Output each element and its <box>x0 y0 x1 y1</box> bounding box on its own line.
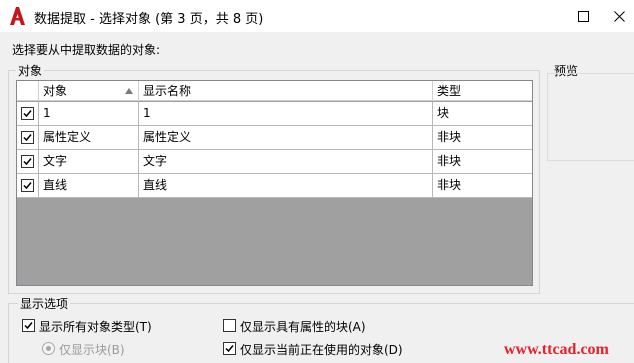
close-icon <box>613 10 625 22</box>
checkmark-icon <box>23 158 32 166</box>
header-checkbox-column <box>17 81 39 101</box>
maximize-icon <box>577 10 589 22</box>
row-checkbox[interactable] <box>21 131 34 144</box>
type-cell: 块 <box>437 106 450 120</box>
objects-table: 对象 显示名称 类型 1 1 块 属性定义 属性定义 非块 文字 文字 非块 直… <box>16 80 533 286</box>
table-header: 对象 显示名称 类型 <box>17 81 532 101</box>
column-header-type-label: 类型 <box>437 84 462 98</box>
maximize-button[interactable] <box>560 0 606 32</box>
row-checkbox-cell <box>17 174 39 197</box>
table-row[interactable]: 文字 文字 非块 <box>17 150 532 174</box>
show-all-types-checkbox[interactable] <box>22 319 35 332</box>
display-options-label: 显示选项 <box>18 295 71 312</box>
type-cell: 非块 <box>437 178 462 192</box>
object-cell: 文字 <box>39 150 139 173</box>
preview-panel <box>547 73 634 161</box>
only-in-use-label: 仅显示当前正在使用的对象(D) <box>240 343 403 357</box>
objects-group-label: 对象 <box>16 62 45 79</box>
row-checkbox-cell <box>17 102 39 125</box>
sort-ascending-icon <box>125 88 133 94</box>
blocks-only-label: 仅显示块(B) <box>59 343 125 357</box>
watermark-text: www.ttcad.com <box>504 341 609 358</box>
column-header-display-name[interactable]: 显示名称 <box>139 81 433 101</box>
close-button[interactable] <box>604 0 634 32</box>
checkmark-icon <box>23 134 32 142</box>
column-header-type[interactable]: 类型 <box>433 81 532 101</box>
display-name-cell[interactable]: 文字 <box>139 150 433 173</box>
only-with-attributes-label: 仅显示具有属性的块(A) <box>240 320 366 334</box>
only-in-use-checkbox[interactable] <box>223 342 236 355</box>
object-cell: 直线 <box>39 174 139 197</box>
row-checkbox[interactable] <box>21 155 34 168</box>
instruction-label: 选择要从中提取数据的对象: <box>12 43 161 57</box>
display-name-cell[interactable]: 直线 <box>139 174 433 197</box>
column-header-object-label: 对象 <box>43 84 68 98</box>
row-checkbox[interactable] <box>21 179 34 192</box>
row-checkbox[interactable] <box>21 107 34 120</box>
object-cell: 1 <box>39 102 139 125</box>
show-all-types-label: 显示所有对象类型(T) <box>39 320 152 334</box>
display-name-cell[interactable]: 属性定义 <box>139 126 433 149</box>
type-cell: 非块 <box>437 154 462 168</box>
only-with-attributes-checkbox[interactable] <box>223 319 236 332</box>
autocad-a-icon <box>10 7 25 25</box>
table-row[interactable]: 属性定义 属性定义 非块 <box>17 126 532 150</box>
row-checkbox-cell <box>17 150 39 173</box>
table-row[interactable]: 直线 直线 非块 <box>17 174 532 198</box>
checkmark-icon <box>23 182 32 190</box>
window-title: 数据提取 - 选择对象 (第 3 页，共 8 页) <box>34 12 264 27</box>
checkmark-icon <box>225 345 234 353</box>
display-name-cell[interactable]: 1 <box>139 102 433 125</box>
checkmark-icon <box>23 110 32 118</box>
column-header-display-name-label: 显示名称 <box>143 84 192 98</box>
blocks-only-radio[interactable] <box>42 342 55 355</box>
title-bar: 数据提取 - 选择对象 (第 3 页，共 8 页) <box>0 0 634 32</box>
checkmark-icon <box>24 322 33 330</box>
row-checkbox-cell <box>17 126 39 149</box>
column-header-object[interactable]: 对象 <box>39 81 139 101</box>
table-row[interactable]: 1 1 块 <box>17 102 532 126</box>
object-cell: 属性定义 <box>39 126 139 149</box>
type-cell: 非块 <box>437 130 462 144</box>
